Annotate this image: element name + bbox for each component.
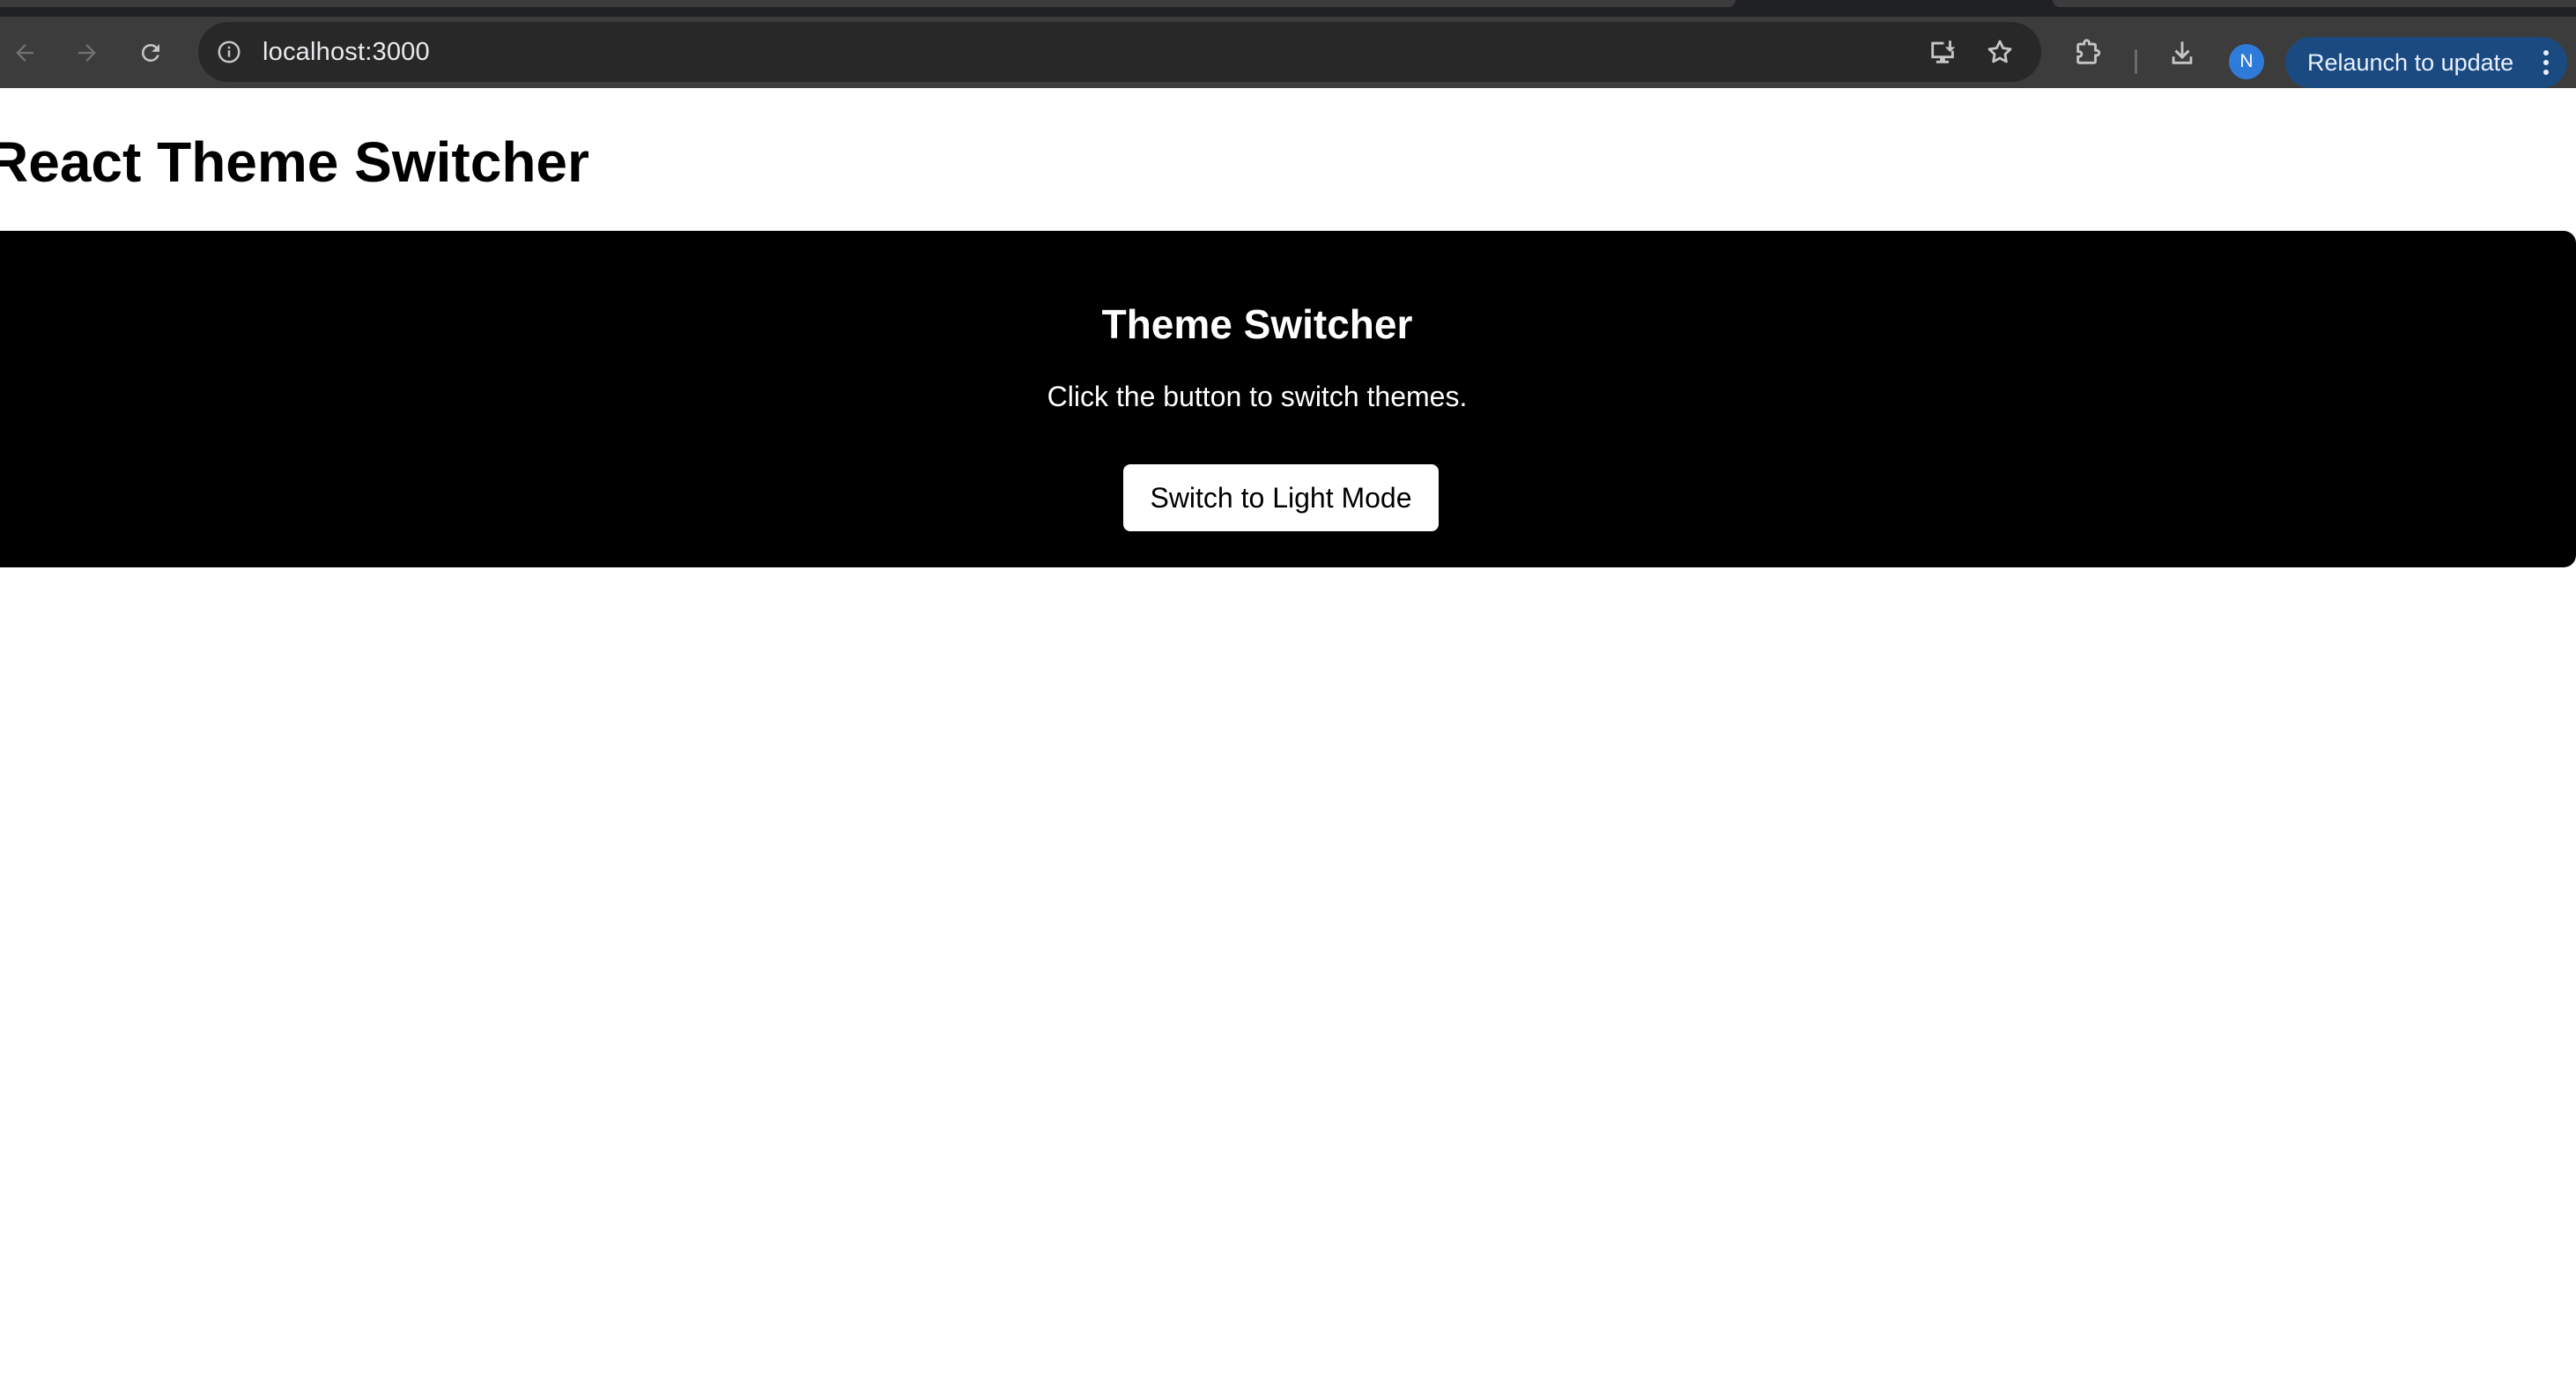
card-description: Click the button to switch themes. <box>1047 381 1468 412</box>
forward-button[interactable] <box>69 34 106 71</box>
reload-button[interactable] <box>132 34 169 71</box>
toolbar-separator <box>2135 49 2137 74</box>
address-bar[interactable]: localhost:3000 <box>198 22 2041 82</box>
install-app-icon[interactable] <box>1925 34 1960 70</box>
relaunch-button[interactable]: Relaunch to update <box>2285 37 2567 88</box>
browser-toolbar: localhost:3000 N Relaunch to update <box>0 17 2576 88</box>
active-tab-edge <box>0 0 1736 7</box>
theme-card: Theme Switcher Click the button to switc… <box>0 231 2576 567</box>
kebab-menu-icon[interactable] <box>2539 48 2553 78</box>
puzzle-icon[interactable] <box>2069 33 2107 72</box>
url-text[interactable]: localhost:3000 <box>263 22 430 82</box>
info-icon[interactable] <box>214 37 244 67</box>
tab-strip <box>0 0 2576 17</box>
back-arrow-icon <box>11 40 38 66</box>
inactive-tab-edge <box>2053 0 2576 7</box>
download-icon[interactable] <box>2163 33 2202 72</box>
card-heading: Theme Switcher <box>1101 301 1413 347</box>
star-icon[interactable] <box>1982 34 2017 70</box>
switch-theme-button[interactable]: Switch to Light Mode <box>1123 464 1439 531</box>
reload-icon <box>137 40 164 66</box>
relaunch-label: Relaunch to update <box>2307 49 2514 76</box>
browser-window: localhost:3000 N Relaunch to update Reac… <box>0 0 2576 1392</box>
page-title: React Theme Switcher <box>0 130 589 194</box>
page-viewport: React Theme Switcher Theme Switcher Clic… <box>0 88 2576 1392</box>
avatar[interactable]: N <box>2229 44 2264 79</box>
forward-arrow-icon <box>74 40 100 66</box>
back-button[interactable] <box>6 34 43 71</box>
